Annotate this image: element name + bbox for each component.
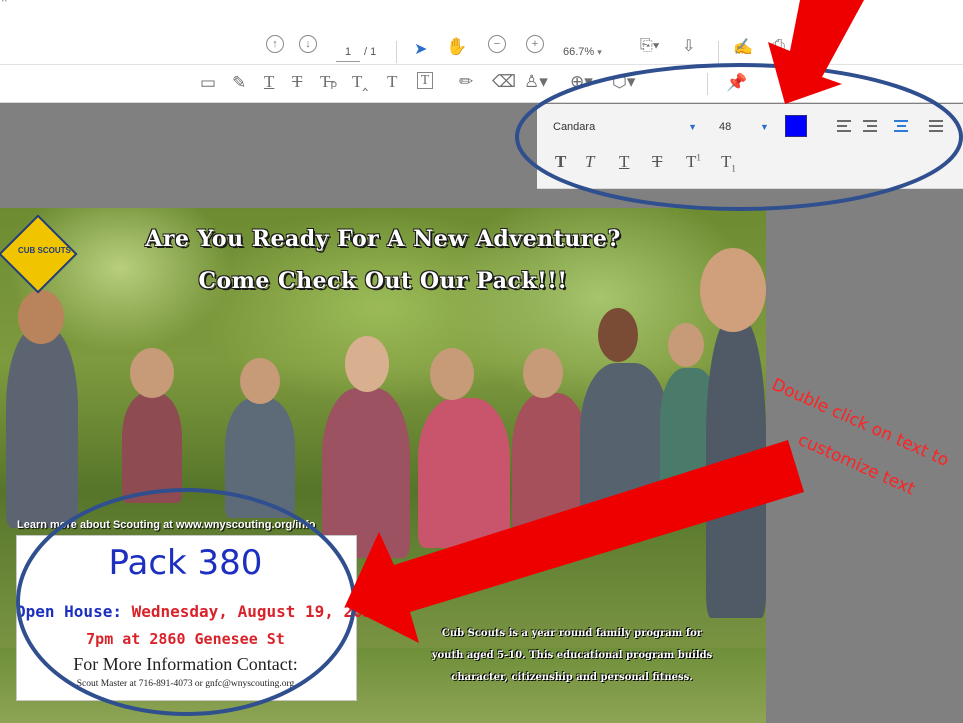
replace-text-icon[interactable]: T̶ₚ — [320, 72, 338, 92]
child-figure — [580, 363, 670, 533]
strikethrough-icon[interactable]: T — [652, 152, 662, 172]
subscript-label: T — [721, 152, 732, 171]
adult-head — [668, 323, 704, 367]
strikethrough-text-icon[interactable]: T — [292, 72, 302, 92]
page-number-input[interactable]: 1 — [336, 43, 360, 62]
child-head — [240, 358, 280, 404]
underline-text-icon[interactable]: T — [264, 72, 274, 92]
child-head — [598, 308, 638, 362]
align-left-icon[interactable] — [837, 120, 851, 132]
highlight-icon[interactable]: ✎ — [232, 73, 246, 93]
description-line[interactable]: Cub Scouts is a year round family progra… — [400, 628, 744, 639]
description-line[interactable]: youth aged 5-10. This educational progra… — [400, 650, 744, 661]
flyer-headline-1[interactable]: Are You Ready For A New Adventure? — [0, 226, 766, 252]
stamp-icon[interactable]: ♙▾ — [524, 72, 548, 92]
window-top-strip: ^ — [0, 0, 963, 10]
superscript-label: T — [686, 152, 697, 171]
toolbar-divider — [718, 41, 719, 63]
sticky-note-icon[interactable]: ▭ — [200, 73, 216, 93]
page-total: / 1 — [364, 46, 377, 58]
child-head — [523, 348, 563, 398]
align-justify-icon[interactable] — [929, 120, 943, 132]
open-house-date: Wednesday, August 19, 2020 — [131, 602, 383, 621]
font-family-value: Candara — [553, 121, 596, 133]
child-head — [18, 290, 64, 344]
text-box-icon[interactable]: T — [417, 72, 433, 89]
italic-icon[interactable]: T — [585, 152, 594, 172]
select-tool-icon[interactable]: ➤ — [414, 39, 427, 59]
open-house-line[interactable]: Open House: Wednesday, August 19, 2020 — [16, 602, 382, 621]
learn-more-text[interactable]: Learn more about Scouting at www.wnyscou… — [17, 519, 315, 531]
child-figure — [225, 398, 295, 518]
child-figure — [6, 328, 78, 528]
scroll-mode-icon[interactable]: ⇩ — [682, 36, 695, 56]
collapse-caret-icon[interactable]: ^ — [2, 0, 7, 8]
text-color-swatch[interactable] — [785, 115, 807, 137]
zoom-out-icon[interactable]: − — [488, 35, 506, 53]
time-location[interactable]: 7pm at 2860 Genesee St — [16, 630, 355, 648]
eraser-icon[interactable]: ⌫ — [492, 72, 516, 92]
bold-icon[interactable]: T — [555, 152, 566, 172]
child-head — [430, 348, 474, 400]
add-text-icon[interactable]: T — [387, 72, 397, 92]
for-more-info[interactable]: For More Information Contact: — [16, 654, 355, 675]
chevron-down-icon: ▼ — [760, 122, 769, 132]
hand-tool-icon[interactable]: ✋ — [446, 37, 467, 57]
child-head — [130, 348, 174, 398]
child-figure — [512, 393, 588, 533]
chevron-down-icon: ▼ — [688, 122, 697, 132]
main-toolbar: ↑ ↓ 1 / 1 ➤ ✋ − + 66.7% ▾ ⎘▾ ⇩ ✍ ⎙ — [0, 10, 963, 65]
toolbar-divider — [396, 41, 397, 63]
shapes-icon[interactable]: ⬡▾ — [612, 72, 635, 92]
insert-text-icon[interactable]: T‸ — [352, 72, 368, 92]
underline-icon[interactable]: T — [619, 152, 629, 172]
zoom-level-select[interactable]: 66.7% ▾ — [563, 43, 602, 61]
attach-icon[interactable]: ⊕▾ — [570, 72, 593, 92]
previous-page-icon[interactable]: ↑ — [266, 35, 284, 53]
sign-icon[interactable]: ✍ — [733, 37, 753, 57]
contact-line[interactable]: Scout Master at 716-891-4073 or gnfc@wny… — [16, 679, 355, 689]
zoom-level-value: 66.7% — [563, 46, 595, 58]
child-figure — [322, 388, 410, 558]
toolbar-divider — [707, 73, 708, 95]
align-right-icon[interactable] — [863, 120, 877, 132]
print-icon[interactable]: ⎙ — [772, 37, 785, 55]
child-head — [345, 336, 389, 392]
description-line[interactable]: character, citizenship and personal fitn… — [400, 672, 744, 683]
pack-name[interactable]: Pack 380 — [16, 543, 355, 583]
open-house-label: Open House: — [16, 602, 122, 621]
font-size-select[interactable]: 48 ▼ — [719, 115, 769, 139]
child-figure — [418, 398, 510, 548]
align-center-icon[interactable] — [894, 120, 908, 132]
next-page-icon[interactable]: ↓ — [299, 35, 317, 53]
pencil-icon[interactable]: ✏ — [459, 72, 473, 92]
font-size-value: 48 — [719, 121, 732, 133]
flyer-headline-2[interactable]: Come Check Out Our Pack!!! — [0, 268, 766, 294]
page-fit-icon[interactable]: ⎘▾ — [640, 37, 660, 55]
child-figure — [122, 393, 182, 503]
comment-toolbar: ▭ ✎ T T T̶ₚ T‸ T T ✏ ⌫ ♙▾ ⊕▾ ⬡▾ 📌 Aa — [0, 65, 963, 156]
subscript-icon[interactable]: T1 — [721, 152, 736, 173]
zoom-in-icon[interactable]: + — [526, 35, 544, 53]
pin-icon[interactable]: 📌 — [726, 73, 747, 93]
superscript-icon[interactable]: T1 — [686, 152, 701, 172]
font-family-select[interactable]: Candara ▼ — [553, 115, 703, 139]
